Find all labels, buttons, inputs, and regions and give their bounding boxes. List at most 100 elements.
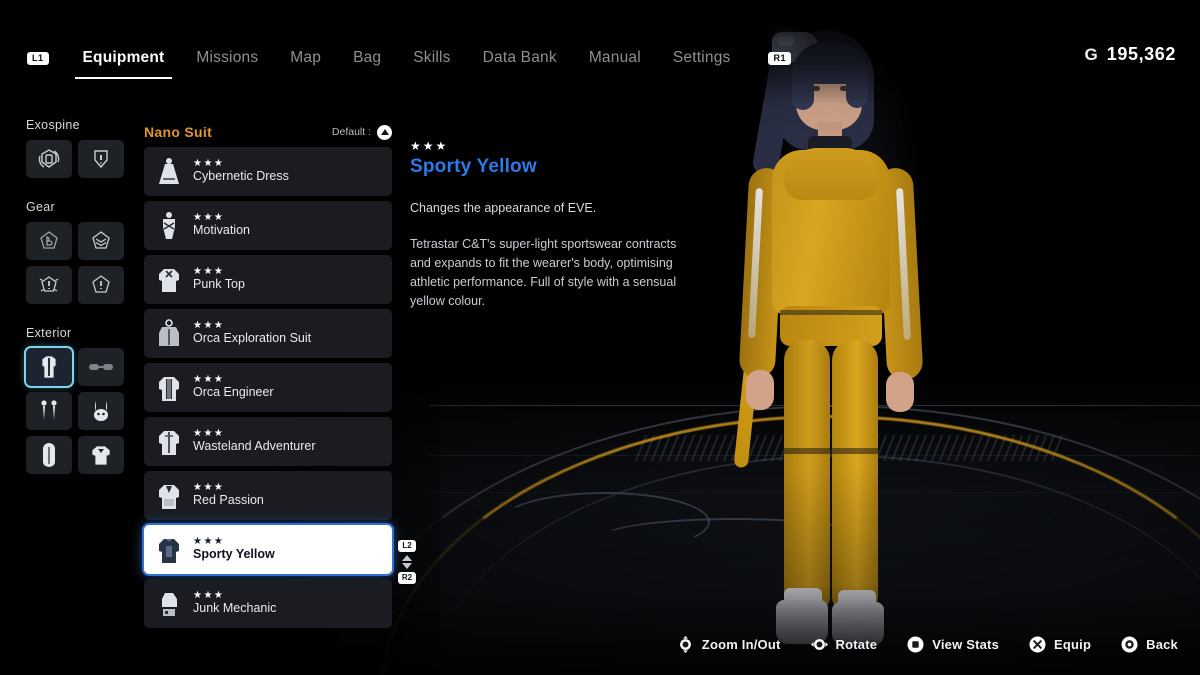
category-title-exterior: Exterior: [26, 326, 136, 340]
action-zoom[interactable]: Zoom In/Out: [677, 636, 781, 653]
rarity-stars: ★★★: [193, 375, 274, 385]
category-grid-gear: [26, 222, 136, 304]
detail-description: Tetrastar C&T's super-light sportswear c…: [410, 235, 700, 311]
tab-manual[interactable]: Manual: [573, 45, 657, 71]
slot-gear-chevron-shield[interactable]: [78, 222, 124, 260]
exospine-shield-icon: [89, 147, 113, 171]
glasses-icon: [88, 360, 114, 374]
rarity-stars: ★★★: [193, 267, 245, 277]
hairstyle-icon: [38, 442, 60, 468]
item-detail-panel: ★★★ Sporty Yellow Changes the appearance…: [410, 140, 700, 311]
action-back-label: Back: [1146, 637, 1178, 652]
scroll-arrows-icon[interactable]: [402, 555, 412, 569]
action-back[interactable]: Back: [1121, 636, 1178, 653]
bodysuit-icon: [154, 209, 184, 243]
list-item[interactable]: ★★★ Orca Engineer: [144, 363, 392, 412]
list-item[interactable]: ★★★ Junk Mechanic: [144, 579, 392, 628]
detail-summary: Changes the appearance of EVE.: [410, 200, 700, 217]
list-item[interactable]: ★★★ Orca Exploration Suit: [144, 309, 392, 358]
list-item-text: ★★★ Sporty Yellow: [193, 537, 275, 562]
slot-exospine-shield[interactable]: [78, 140, 124, 178]
list-scroll-hint: L2 R2: [396, 540, 418, 584]
tab-settings[interactable]: Settings: [657, 45, 747, 71]
tab-skills[interactable]: Skills: [397, 45, 466, 71]
currency-display: G 195,362: [1085, 44, 1177, 65]
slot-gear-pentagon-shield[interactable]: [78, 266, 124, 304]
category-title-gear: Gear: [26, 200, 136, 214]
list-item[interactable]: ★★★ Wasteland Adventurer: [144, 417, 392, 466]
dress-icon: [154, 155, 184, 189]
list-title: Nano Suit: [144, 124, 212, 140]
l1-trigger-badge[interactable]: L1: [27, 52, 49, 65]
list-item[interactable]: ★★★ Cybernetic Dress: [144, 147, 392, 196]
tab-map[interactable]: Map: [274, 45, 337, 71]
tab-equipment[interactable]: Equipment: [67, 45, 181, 71]
top-navigation: L1 Equipment Missions Map Bag Skills Dat…: [0, 32, 760, 84]
circle-button-icon: [1121, 636, 1138, 653]
exospine-core-icon: [37, 147, 61, 171]
gear-beta-core-icon: [37, 229, 61, 253]
list-item-label: Motivation: [193, 224, 250, 238]
triangle-button-icon[interactable]: [377, 125, 392, 140]
action-bar: Zoom In/Out Rotate View Stats Equip Back: [677, 636, 1178, 653]
engineer-suit-icon: [154, 371, 184, 405]
nano-suit-icon: [37, 354, 61, 380]
adventurer-jacket-icon: [154, 425, 184, 459]
red-passion-icon: [154, 479, 184, 513]
list-item-label: Junk Mechanic: [193, 602, 276, 616]
tab-bag[interactable]: Bag: [337, 45, 397, 71]
r1-trigger-badge[interactable]: R1: [768, 52, 791, 65]
list-item-label: Punk Top: [193, 278, 245, 292]
slot-hair-accessory[interactable]: [78, 392, 124, 430]
action-rotate[interactable]: Rotate: [811, 636, 878, 653]
list-item-label: Cybernetic Dress: [193, 170, 289, 184]
slot-gear-beta-core[interactable]: [26, 222, 72, 260]
tab-missions[interactable]: Missions: [180, 45, 274, 71]
l2-trigger-badge[interactable]: L2: [398, 540, 415, 552]
list-item-text: ★★★ Punk Top: [193, 267, 245, 292]
gear-pentagon-shield-icon: [89, 273, 113, 297]
gear-chevron-shield-icon: [89, 229, 113, 253]
hoodie-icon: [154, 533, 184, 567]
rarity-stars: ★★★: [193, 429, 316, 439]
gold-amount: 195,362: [1107, 44, 1176, 65]
action-view-stats-label: View Stats: [932, 637, 999, 652]
right-stick-horizontal-icon: [811, 636, 828, 653]
rarity-stars: ★★★: [193, 591, 276, 601]
rarity-stars: ★★★: [193, 321, 311, 331]
rarity-stars: ★★★: [193, 159, 289, 169]
cross-button-icon: [1029, 636, 1046, 653]
list-item[interactable]: ★★★ Punk Top: [144, 255, 392, 304]
punk-top-icon: [154, 263, 184, 297]
slot-hairstyle[interactable]: [26, 436, 72, 474]
list-item[interactable]: ★★★ Red Passion: [144, 471, 392, 520]
list-item-selected[interactable]: ★★★ Sporty Yellow: [144, 525, 392, 574]
default-action[interactable]: Default :: [332, 125, 392, 140]
slot-exospine-core[interactable]: [26, 140, 72, 178]
outfit-variant-icon: [89, 443, 113, 467]
rarity-stars: ★★★: [193, 483, 264, 493]
slot-nano-suit[interactable]: [26, 348, 72, 386]
list-item-text: ★★★ Orca Exploration Suit: [193, 321, 311, 346]
slot-gear-burst-shield[interactable]: [26, 266, 72, 304]
gear-burst-shield-icon: [37, 273, 61, 297]
list-item-text: ★★★ Red Passion: [193, 483, 264, 508]
action-equip-label: Equip: [1054, 637, 1091, 652]
list-item[interactable]: ★★★ Motivation: [144, 201, 392, 250]
slot-outfit-variant[interactable]: [78, 436, 124, 474]
category-title-exospine: Exospine: [26, 118, 136, 132]
action-view-stats[interactable]: View Stats: [907, 636, 999, 653]
slot-glasses[interactable]: [78, 348, 124, 386]
list-item-label: Orca Exploration Suit: [193, 332, 311, 346]
tab-data-bank[interactable]: Data Bank: [467, 45, 573, 71]
r2-trigger-badge[interactable]: R2: [398, 572, 416, 584]
list-item-text: ★★★ Cybernetic Dress: [193, 159, 289, 184]
list-item-label: Wasteland Adventurer: [193, 440, 316, 454]
list-item-text: ★★★ Junk Mechanic: [193, 591, 276, 616]
list-item-label: Sporty Yellow: [193, 548, 275, 562]
list-item-label: Red Passion: [193, 494, 264, 508]
slot-earrings[interactable]: [26, 392, 72, 430]
action-equip[interactable]: Equip: [1029, 636, 1091, 653]
nano-suit-list: Nano Suit Default : ★★★ Cybernetic Dress…: [144, 124, 392, 628]
rarity-stars: ★★★: [193, 537, 275, 547]
